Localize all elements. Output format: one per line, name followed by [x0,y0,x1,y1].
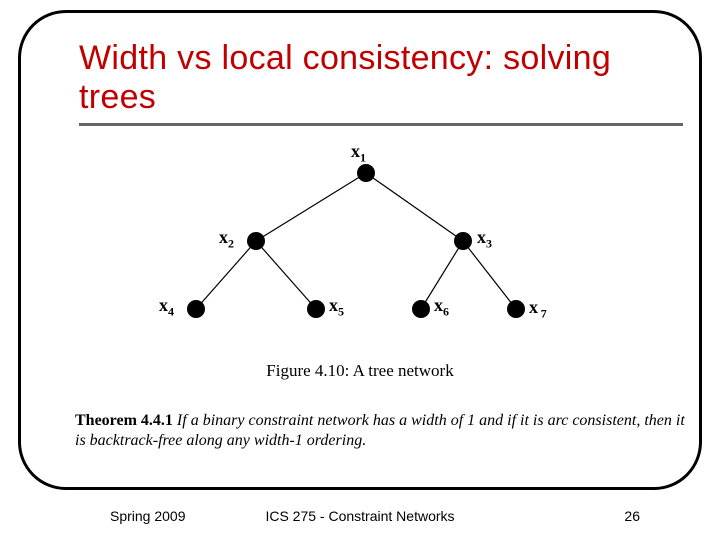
title-underline [79,123,683,126]
label-x7-sub: 7 [541,307,547,321]
slide-title: Width vs local consistency: solving tree… [79,39,683,117]
label-x6: x6 [434,295,449,320]
label-x6-var: x [434,295,443,315]
node-x5 [307,300,325,318]
label-x6-sub: 6 [443,305,449,319]
node-x2 [247,232,265,250]
tree-diagram: x1 x2 x3 x4 x5 x6 x 7 [181,149,581,344]
node-x4 [187,300,205,318]
label-x2-sub: 2 [228,237,234,251]
footer-course: ICS 275 - Constraint Networks [0,508,720,524]
theorem-label: Theorem 4.4.1 [75,412,173,429]
slide-frame: Width vs local consistency: solving tree… [18,10,702,490]
node-x6 [412,300,430,318]
label-x3-var: x [477,227,486,247]
footer-page: 26 [624,508,640,524]
title-block: Width vs local consistency: solving tree… [79,39,683,126]
label-x2-var: x [219,227,228,247]
label-x5: x5 [329,295,344,320]
label-x4: x4 [159,295,174,320]
label-x7: x 7 [529,297,547,322]
label-x3-sub: 3 [486,237,492,251]
label-x2: x2 [219,227,234,252]
footer: Spring 2009 ICS 275 - Constraint Network… [0,508,720,532]
label-x1-var: x [351,141,360,161]
node-x7 [507,300,525,318]
label-x4-var: x [159,295,168,315]
figure-caption: Figure 4.10: A tree network [21,361,699,381]
label-x1: x1 [351,141,366,166]
label-x1-sub: 1 [360,151,366,165]
label-x5-sub: 5 [338,305,344,319]
node-x3 [454,232,472,250]
node-x1 [357,164,375,182]
label-x3: x3 [477,227,492,252]
theorem: Theorem 4.4.1 If a binary constraint net… [75,411,689,451]
label-x4-sub: 4 [168,305,174,319]
label-x7-var: x [529,297,538,317]
label-x5-var: x [329,295,338,315]
